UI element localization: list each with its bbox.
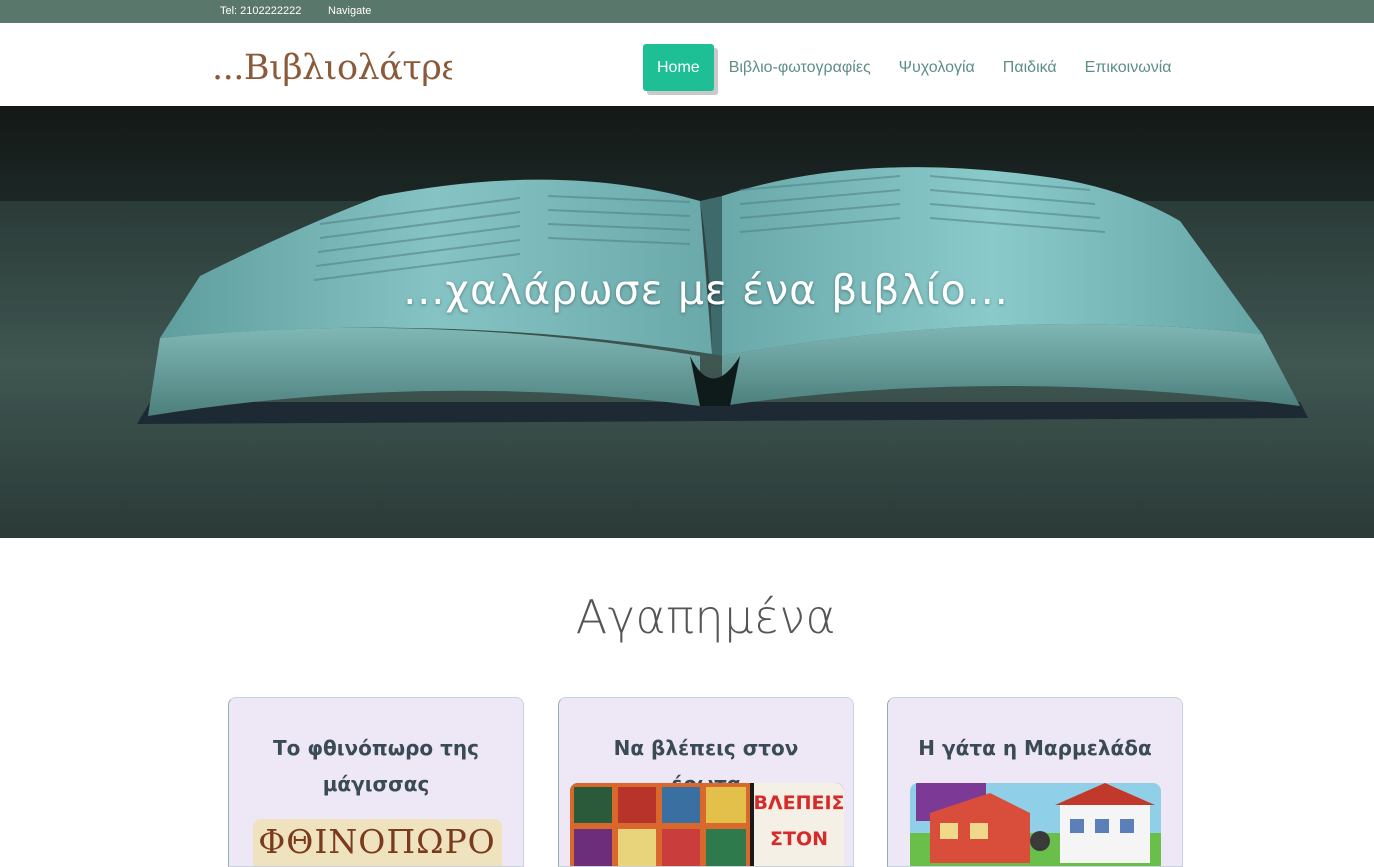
phone-number: Tel: 2102222222 [220,5,302,17]
site-logo[interactable]: ...Βιβλιολάτρεις... [212,41,524,91]
book-card[interactable]: Η γάτα η Μαρμελάδα [887,697,1183,867]
book-card[interactable]: Το φθινόπωρο της μάγισσας ΦΘΙΝΟΠΩΡΟ [228,697,524,867]
site-header: ...Βιβλιολάτρεις... Home Βιβλιο-φωτογραφ… [0,23,1374,106]
nav-contact[interactable]: Επικοινωνία [1071,44,1186,91]
book-cover-image[interactable]: ΦΘΙΝΟΠΩΡΟ [253,819,502,866]
nav-book-photos[interactable]: Βιβλιο-φωτογραφίες [715,44,885,91]
book-cover-image[interactable]: ΒΛΕΠΕΙΣ ΣΤΟΝ [570,783,844,866]
hero-banner: ...χαλάρωσε με ένα βιβλίο... [0,106,1374,538]
nav-kids[interactable]: Παιδικά [989,44,1071,91]
favorites-heading: Αγαπημένα [575,590,837,644]
navigate-link[interactable]: Navigate [328,5,371,17]
logo-text: ...Βιβλιολάτρεις... [212,48,452,88]
cover-title-text: ΦΘΙΝΟΠΩΡΟ [258,822,495,861]
book-cover-image[interactable] [910,783,1161,866]
book-card-title[interactable]: Το φθινόπωρο της μάγισσας [229,730,523,802]
top-info-bar: Tel: 2102222222 Navigate [0,0,1374,23]
nav-home[interactable]: Home [643,44,714,91]
open-book-image [0,106,1374,538]
cover-text-line1: ΒΛΕΠΕΙΣ [753,792,844,814]
hero-tagline: ...χαλάρωσε με ένα βιβλίο... [403,266,1009,314]
book-card-title[interactable]: Η γάτα η Μαρμελάδα [888,730,1182,766]
book-card[interactable]: Να βλέπεις στον έρωτα ΒΛΕΠΕΙΣ ΣΤΟΝ [558,697,854,867]
main-nav: Home Βιβλιο-φωτογραφίες Ψυχολογία Παιδικ… [643,44,1186,91]
nav-psychology[interactable]: Ψυχολογία [885,44,989,91]
cover-text-line2: ΣΤΟΝ [770,828,828,850]
